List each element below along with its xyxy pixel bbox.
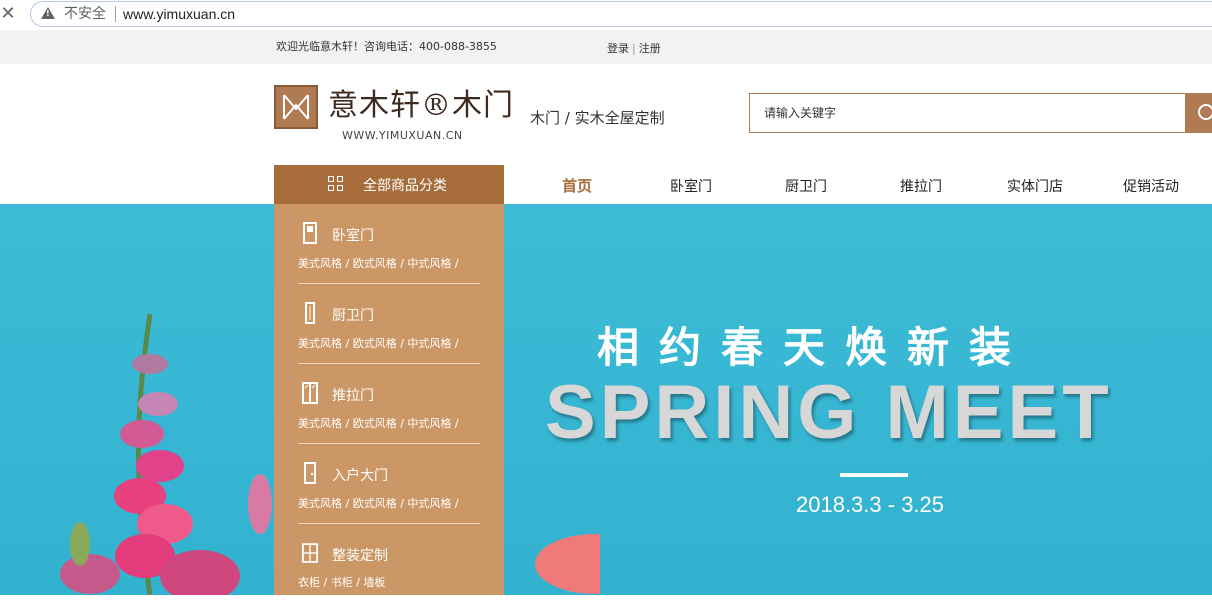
nav-item-promotions[interactable]: 促销活动 — [1123, 176, 1179, 196]
category-title[interactable]: 厨卫门 — [332, 305, 374, 325]
url-field[interactable]: 不安全 www.yimuxuan.cn — [30, 1, 1212, 27]
top-info-bar: 欢迎光临意木轩！咨询电话：400-088-3855 登录 | 注册 — [0, 30, 1212, 64]
category-title[interactable]: 整装定制 — [332, 545, 388, 565]
banner-subtitle: SPRING MEET — [545, 370, 1113, 455]
cabinet-icon — [302, 543, 318, 563]
divider — [840, 473, 908, 477]
url-text[interactable]: www.yimuxuan.cn — [123, 5, 235, 23]
category-styles[interactable]: 美式风格 / 欧式风格 / 中式风格 / — [298, 495, 459, 511]
category-item-sliding-door[interactable]: 推拉门 美式风格 / 欧式风格 / 中式风格 / — [274, 364, 504, 444]
category-item-custom[interactable]: 整装定制 衣柜 / 书柜 / 墙板 — [274, 524, 504, 604]
category-title[interactable]: 卧室门 — [332, 225, 374, 245]
nav-item-bathroom-door[interactable]: 厨卫门 — [785, 176, 827, 196]
category-styles[interactable]: 衣柜 / 书柜 / 墙板 — [298, 574, 385, 590]
warning-icon — [41, 7, 55, 19]
security-label[interactable]: 不安全 — [64, 5, 106, 23]
all-categories-button[interactable]: 全部商品分类 — [274, 165, 504, 204]
grid-icon — [328, 176, 344, 192]
banner-title: 相约春天焕新装 — [597, 323, 1032, 372]
logo-name: 意木轩®木门 — [328, 88, 514, 123]
category-styles[interactable]: 美式风格 / 欧式风格 / 中式风格 / — [298, 255, 459, 271]
sliding-door-icon — [302, 382, 318, 404]
logo-mark-icon — [274, 85, 318, 129]
door-icon — [303, 222, 317, 244]
search-button[interactable] — [1186, 93, 1212, 133]
hero-banner[interactable]: 相约春天焕新装 SPRING MEET 2018.3.3 - 3.25 — [0, 204, 1212, 595]
search-input[interactable] — [749, 93, 1186, 133]
close-icon[interactable]: ✕ — [0, 3, 16, 25]
category-panel: 卧室门 美式风格 / 欧式风格 / 中式风格 / 厨卫门 美式风格 / 欧式风格… — [274, 204, 504, 595]
all-categories-label: 全部商品分类 — [363, 178, 447, 194]
category-item-entry-door[interactable]: 入户大门 美式风格 / 欧式风格 / 中式风格 / — [274, 444, 504, 524]
nav-item-stores[interactable]: 实体门店 — [1007, 176, 1063, 196]
category-title[interactable]: 入户大门 — [332, 465, 388, 485]
logo-url: WWW.YIMUXUAN.CN — [342, 129, 463, 142]
divider: | — [632, 42, 636, 55]
nav-item-bedroom-door[interactable]: 卧室门 — [670, 176, 712, 196]
browser-address-bar: ✕ 不安全 www.yimuxuan.cn — [0, 0, 1212, 30]
search-box — [749, 93, 1212, 133]
category-styles[interactable]: 美式风格 / 欧式风格 / 中式风格 / — [298, 335, 459, 351]
nav-item-home[interactable]: 首页 — [562, 175, 592, 196]
category-title[interactable]: 推拉门 — [332, 385, 374, 405]
divider — [115, 6, 116, 22]
entry-door-icon — [304, 462, 316, 484]
category-item-bathroom-door[interactable]: 厨卫门 美式风格 / 欧式风格 / 中式风格 / — [274, 284, 504, 364]
account-links: 登录 | 注册 — [607, 40, 661, 56]
banner-date: 2018.3.3 - 3.25 — [796, 492, 945, 517]
slogan: 木门 / 实木全屋定制 — [530, 109, 665, 127]
site-logo[interactable]: 意木轩®木门 WWW.YIMUXUAN.CN — [274, 84, 513, 146]
category-styles[interactable]: 美式风格 / 欧式风格 / 中式风格 / — [298, 415, 459, 431]
main-nav: 全部商品分类 首页 卧室门 厨卫门 推拉门 实体门店 促销活动 — [274, 165, 1212, 205]
narrow-door-icon — [305, 302, 315, 324]
register-link[interactable]: 注册 — [639, 42, 661, 55]
search-icon — [1198, 104, 1212, 120]
category-item-bedroom-door[interactable]: 卧室门 美式风格 / 欧式风格 / 中式风格 / — [274, 204, 504, 284]
nav-item-sliding-door[interactable]: 推拉门 — [900, 176, 942, 196]
welcome-text: 欢迎光临意木轩！咨询电话：400-088-3855 — [276, 40, 497, 53]
login-link[interactable]: 登录 — [607, 42, 629, 55]
